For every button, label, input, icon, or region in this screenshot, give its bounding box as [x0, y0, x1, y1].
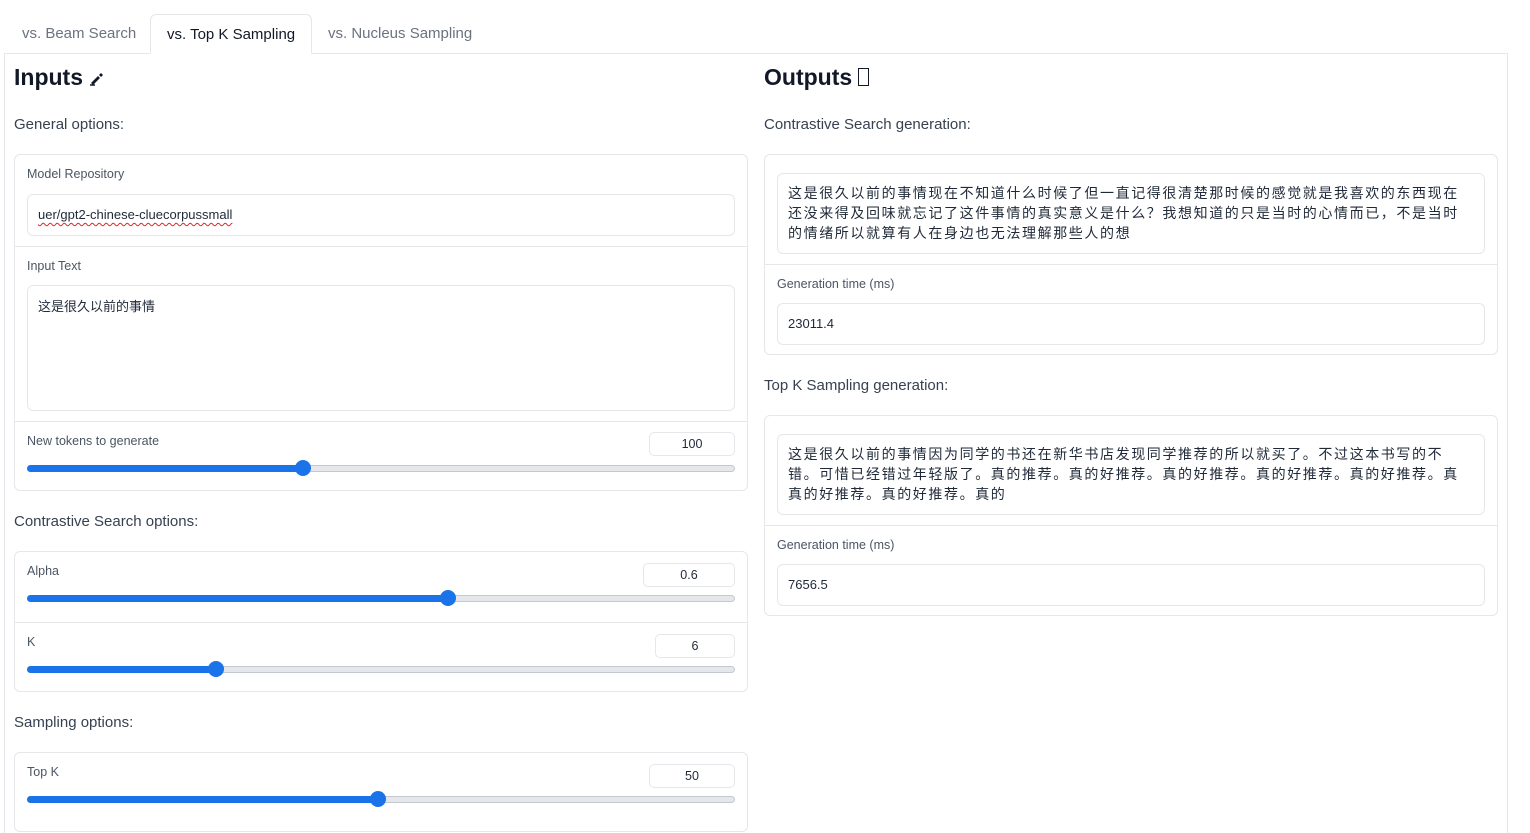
tab-beam-search[interactable]: vs. Beam Search	[6, 14, 152, 54]
new-tokens-label: New tokens to generate	[27, 434, 160, 448]
sampling-options-card: Top K 50	[14, 752, 748, 832]
outputs-heading: Outputs	[764, 64, 870, 91]
model-repo-input[interactable]: uer/gpt2-chinese-cluecorpussmall	[27, 194, 735, 236]
sampling-options-label: Sampling options:	[14, 714, 134, 731]
topk-time-value[interactable]: 7656.5	[777, 564, 1485, 606]
topk-number[interactable]: 50	[649, 764, 735, 788]
contrastive-options-card: Alpha 0.6 K 6	[14, 551, 748, 692]
model-repo-label: Model Repository	[27, 167, 125, 181]
missing-glyph-box-icon	[858, 68, 870, 86]
model-repo-block: Model Repository uer/gpt2-chinese-clueco…	[15, 155, 747, 246]
topk-time-label: Generation time (ms)	[777, 538, 895, 552]
tab-top-k-sampling[interactable]: vs. Top K Sampling	[150, 14, 313, 54]
k-number[interactable]: 6	[655, 634, 735, 658]
contrastive-output-text[interactable]: 这是很久以前的事情现在不知道什么时候了但一直记得很清楚那时候的感觉就是我喜欢的东…	[777, 173, 1485, 254]
contrastive-time-block: Generation time (ms) 23011.4	[765, 264, 1497, 355]
k-block: K 6	[15, 622, 747, 692]
slider-fill	[27, 796, 379, 803]
alpha-slider[interactable]	[27, 590, 735, 606]
outputs-title: Outputs	[764, 64, 853, 90]
topk-block: Top K 50	[15, 753, 747, 823]
tab-nucleus-sampling[interactable]: vs. Nucleus Sampling	[312, 14, 488, 54]
general-options-label: General options:	[14, 116, 125, 133]
input-text-area[interactable]: 这是很久以前的事情	[27, 285, 735, 411]
input-text-block: Input Text 这是很久以前的事情	[15, 246, 747, 421]
inputs-title: Inputs	[14, 64, 83, 90]
alpha-label: Alpha	[27, 564, 59, 578]
slider-thumb[interactable]	[440, 590, 457, 606]
contrastive-options-label: Contrastive Search options:	[14, 513, 199, 530]
k-slider[interactable]	[27, 661, 735, 677]
inputs-heading: Inputs	[14, 64, 105, 92]
input-text-label: Input Text	[27, 259, 81, 273]
new-tokens-number[interactable]: 100	[649, 432, 735, 456]
model-repo-value: uer/gpt2-chinese-cluecorpussmall	[38, 207, 233, 222]
alpha-number[interactable]: 0.6	[643, 563, 735, 587]
contrastive-text-block: 这是很久以前的事情现在不知道什么时候了但一直记得很清楚那时候的感觉就是我喜欢的东…	[765, 155, 1497, 264]
k-label: K	[27, 635, 36, 649]
topk-time-block: Generation time (ms) 7656.5	[765, 525, 1497, 616]
new-tokens-block: New tokens to generate 100	[15, 421, 747, 491]
slider-fill	[27, 465, 304, 472]
topk-output-text[interactable]: 这是很久以前的事情因为同学的书还在新华书店发现同学推荐的所以就买了。不过这本书写…	[777, 434, 1485, 515]
topk-generation-label: Top K Sampling generation:	[764, 377, 949, 394]
contrastive-time-label: Generation time (ms)	[777, 277, 895, 291]
new-tokens-slider[interactable]	[27, 460, 735, 476]
contrastive-time-value[interactable]: 23011.4	[777, 303, 1485, 345]
contrastive-output-card: 这是很久以前的事情现在不知道什么时候了但一直记得很清楚那时候的感觉就是我喜欢的东…	[764, 154, 1498, 355]
contrastive-generation-label: Contrastive Search generation:	[764, 116, 971, 133]
slider-thumb[interactable]	[208, 661, 225, 677]
alpha-block: Alpha 0.6	[15, 552, 747, 622]
slider-thumb[interactable]	[295, 460, 312, 476]
slider-fill	[27, 595, 449, 602]
slider-fill	[27, 666, 217, 673]
slider-thumb[interactable]	[370, 791, 387, 807]
writing-hand-icon	[89, 65, 105, 92]
topk-output-card: 这是很久以前的事情因为同学的书还在新华书店发现同学推荐的所以就买了。不过这本书写…	[764, 415, 1498, 616]
topk-label: Top K	[27, 765, 59, 779]
topk-slider[interactable]	[27, 791, 735, 807]
topk-text-block: 这是很久以前的事情因为同学的书还在新华书店发现同学推荐的所以就买了。不过这本书写…	[765, 416, 1497, 525]
tab-bar: vs. Beam Search vs. Top K Sampling vs. N…	[0, 14, 1508, 54]
general-options-card: Model Repository uer/gpt2-chinese-clueco…	[14, 154, 748, 491]
